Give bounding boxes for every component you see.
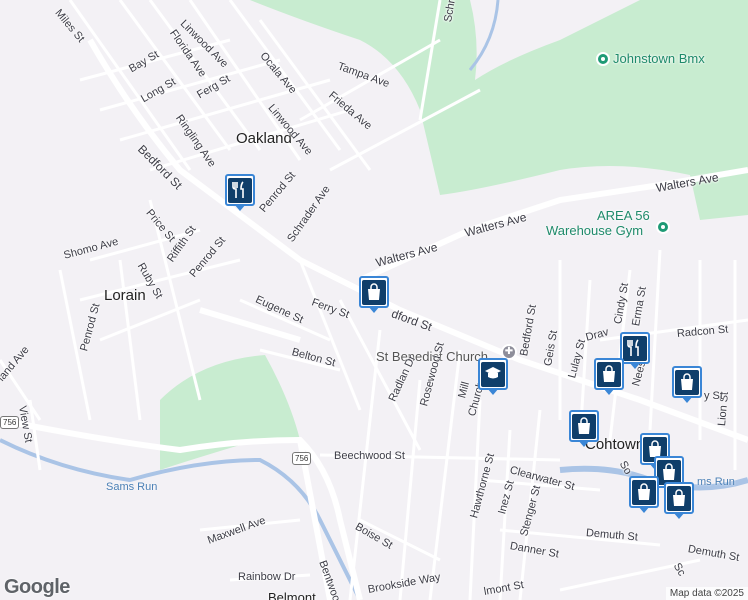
shopping-bag-icon (638, 483, 650, 500)
restaurant-marker[interactable] (225, 174, 255, 211)
water-label-sams-run-2: ms Run (697, 476, 735, 488)
shopping-marker[interactable] (672, 366, 702, 403)
restaurant-marker[interactable] (620, 332, 650, 369)
route-shield-756: 756 (292, 452, 312, 465)
water-label-sams-run: Sams Run (106, 481, 158, 493)
shopping-marker[interactable] (629, 476, 659, 513)
shopping-bag-icon (663, 463, 675, 480)
poi-label-johnstown-bmx[interactable]: Johnstown Bmx (613, 51, 705, 66)
park-poi-icon[interactable] (596, 52, 610, 66)
gym-poi-icon[interactable] (656, 220, 670, 234)
shopping-bag-icon (578, 417, 590, 434)
place-label-belmont: Belmont (268, 590, 316, 600)
street-label: y St (704, 390, 723, 402)
route-shield-756: 756 (0, 416, 20, 429)
google-logo: Google (4, 576, 70, 598)
poi-label-warehouse-gym[interactable]: Warehouse Gym (546, 223, 643, 238)
park-area (250, 0, 748, 195)
map-canvas[interactable]: Oakland Lorain Cohtown Belmont Johnstown… (0, 0, 748, 600)
shopping-bag-icon (368, 283, 380, 300)
shopping-bag-icon (603, 365, 615, 382)
map-attribution[interactable]: Map data ©2025 (665, 587, 748, 600)
poi-label-area56[interactable]: AREA 56 (597, 208, 650, 223)
school-marker[interactable] (478, 358, 508, 395)
shopping-bag-icon (681, 373, 693, 390)
shopping-marker[interactable] (569, 410, 599, 447)
shopping-marker[interactable] (664, 482, 694, 519)
fork-knife-icon (232, 181, 244, 198)
street-label: Beechwood St (334, 450, 405, 462)
place-label-lorain: Lorain (104, 287, 146, 304)
street-label: Rainbow Dr (238, 571, 296, 583)
shopping-marker[interactable] (359, 276, 389, 313)
fork-knife-icon (627, 339, 639, 356)
shopping-marker[interactable] (594, 358, 624, 395)
shopping-bag-icon (673, 489, 685, 506)
graduation-cap-icon (485, 367, 501, 379)
